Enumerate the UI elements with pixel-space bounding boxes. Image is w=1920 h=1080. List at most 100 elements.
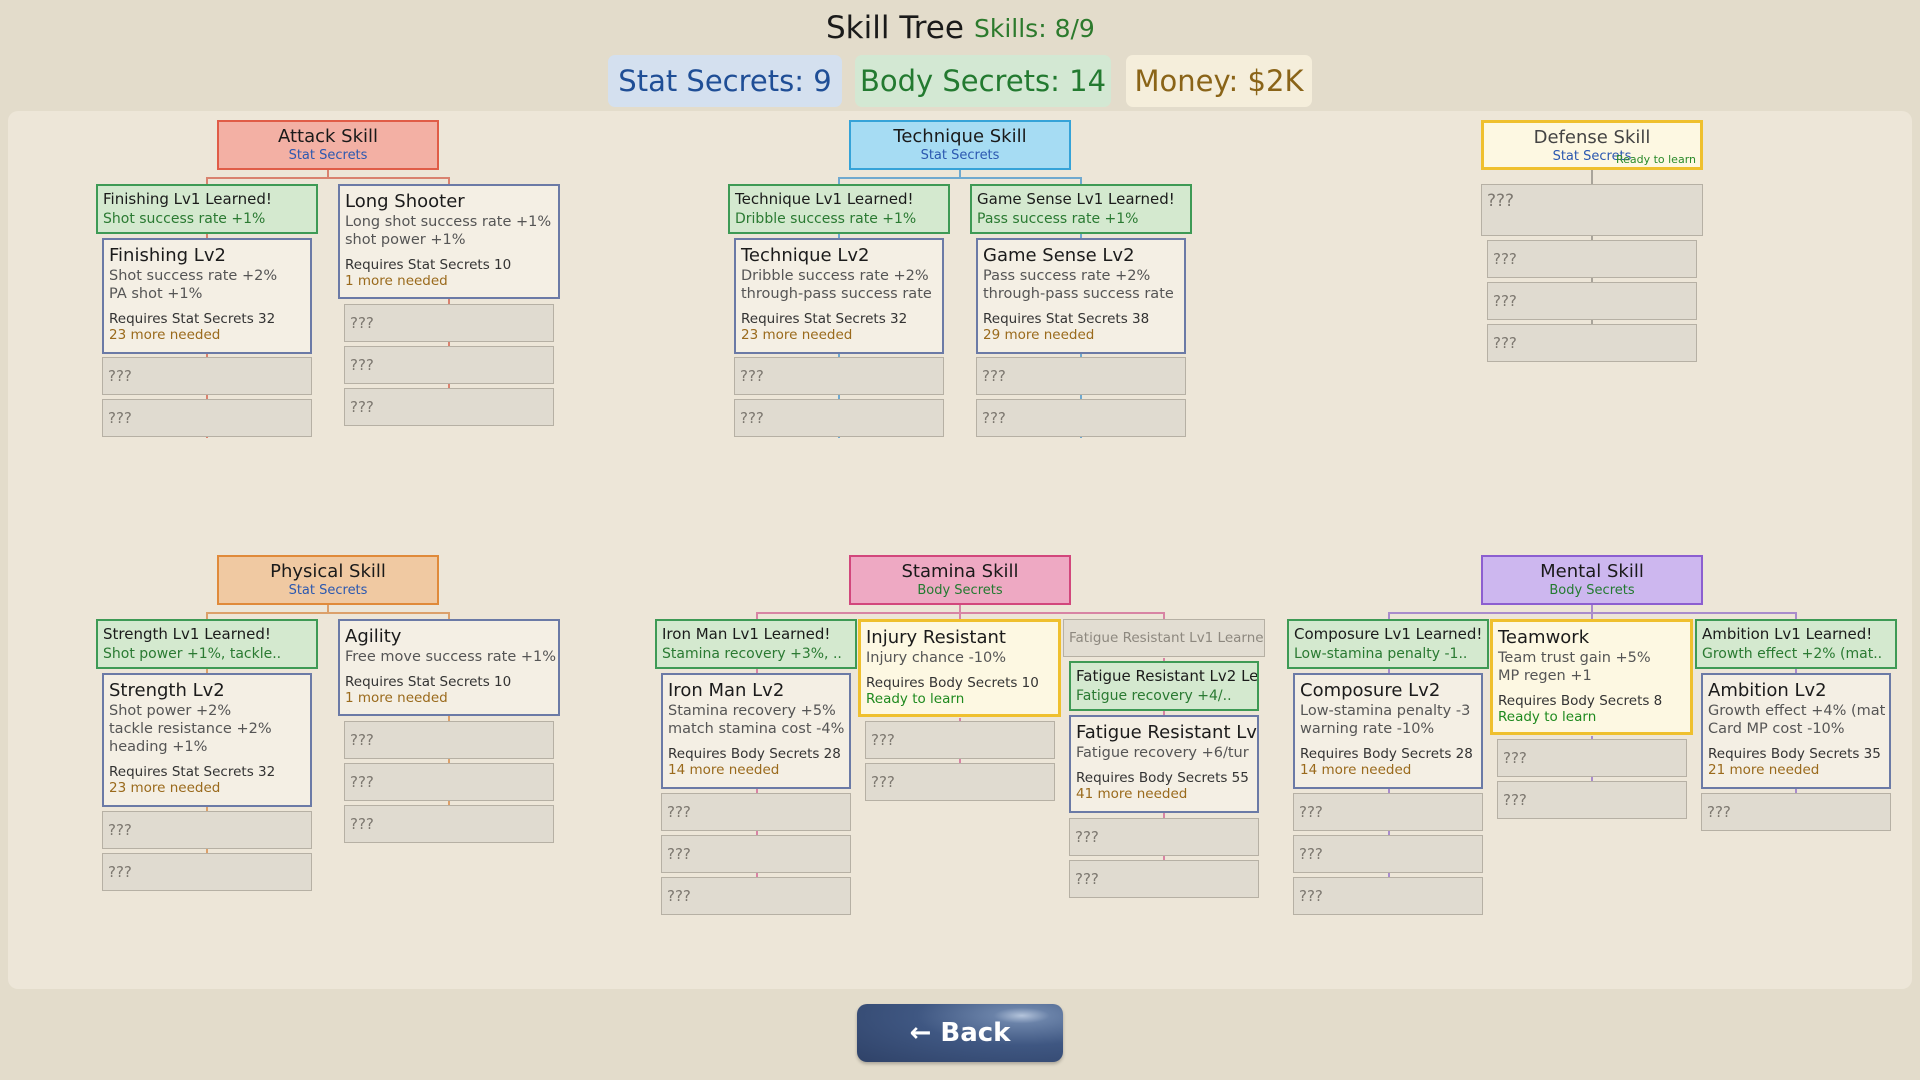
skill-injury-resistant[interactable]: Injury Resistant Injury chance -10% Requ…	[858, 619, 1061, 717]
skill-fatigue-resistant-lv2[interactable]: Fatigue Resistant Lv2 Lea Fatigue recove…	[1069, 661, 1259, 711]
skill-game-sense-lv2[interactable]: Game Sense Lv2 Pass success rate +2% thr…	[976, 238, 1186, 354]
locked-skill[interactable]: ???	[102, 357, 312, 395]
category-currency: Stat Secrets	[288, 583, 368, 598]
locked-skill[interactable]: ???	[1069, 860, 1259, 898]
skill-desc: tackle resistance +2%	[109, 721, 272, 737]
locked-skill[interactable]: ???	[1497, 739, 1687, 777]
locked-skill[interactable]: ???	[344, 388, 554, 426]
skill-title: Strength Lv1 Learned!	[103, 625, 271, 643]
locked-skill[interactable]: ???	[102, 853, 312, 891]
category-physical-skill[interactable]: Physical Skill Stat Secrets	[217, 555, 439, 605]
skill-composure-lv2[interactable]: Composure Lv2 Low-stamina penalty -3 war…	[1293, 673, 1483, 789]
skill-fatigue-resistant-lv3[interactable]: Fatigue Resistant Lv3 Fatigue recovery +…	[1069, 715, 1259, 813]
skill-desc: Low-stamina penalty -3	[1300, 703, 1471, 719]
connector	[206, 177, 449, 179]
skill-strength-lv1[interactable]: Strength Lv1 Learned! Shot power +1%, ta…	[96, 619, 318, 669]
skill-agility[interactable]: Agility Free move success rate +1% Requi…	[338, 619, 560, 716]
category-stamina-skill[interactable]: Stamina Skill Body Secrets	[849, 555, 1071, 605]
locked-skill[interactable]: ???	[344, 721, 554, 759]
category-currency: Stat Secrets	[288, 148, 368, 163]
skill-title: Technique Lv2	[741, 245, 870, 266]
locked-skill[interactable]: ???	[734, 399, 944, 437]
category-defense-skill[interactable]: Defense Skill Stat Secrets Ready to lear…	[1481, 120, 1703, 170]
skill-finishing-lv2[interactable]: Finishing Lv2 Shot success rate +2% PA s…	[102, 238, 312, 354]
skill-desc: Growth effect +4% (mat	[1708, 703, 1886, 719]
skill-title: Injury Resistant	[866, 627, 1006, 648]
locked-skill[interactable]: ???	[865, 721, 1055, 759]
category-name: Stamina Skill	[901, 561, 1019, 582]
skill-desc: Shot success rate +2%	[109, 268, 278, 284]
skill-title: Finishing Lv1 Learned!	[103, 190, 272, 208]
locked-skill[interactable]: ???	[865, 763, 1055, 801]
skill-requirement: Requires Body Secrets 55	[1076, 770, 1249, 786]
locked-skill[interactable]: ???	[661, 877, 851, 915]
locked-skill[interactable]: ???	[344, 763, 554, 801]
locked-skill[interactable]: ???	[1293, 835, 1483, 873]
ready-status: Ready to learn	[1498, 709, 1597, 725]
skill-long-shooter[interactable]: Long Shooter Long shot success rate +1% …	[338, 184, 560, 299]
skill-composure-lv1[interactable]: Composure Lv1 Learned! Low-stamina penal…	[1287, 619, 1489, 669]
skill-desc: Fatigue recovery +4/..	[1076, 688, 1232, 704]
locked-skill[interactable]: ???	[1487, 240, 1697, 278]
skill-title: Long Shooter	[345, 191, 465, 212]
category-currency: Body Secrets	[1549, 583, 1635, 598]
skill-needed: 14 more needed	[1300, 762, 1412, 778]
locked-skill[interactable]: ???	[1069, 818, 1259, 856]
skill-desc: MP regen +1	[1498, 668, 1592, 684]
skill-title: Agility	[345, 626, 402, 647]
skills-count: Skills: 8/9	[974, 14, 1095, 43]
skill-strength-lv2[interactable]: Strength Lv2 Shot power +2% tackle resis…	[102, 673, 312, 807]
skill-iron-man-lv2[interactable]: Iron Man Lv2 Stamina recovery +5% match …	[661, 673, 851, 789]
category-name: Technique Skill	[893, 126, 1027, 147]
locked-skill[interactable]: ???	[661, 835, 851, 873]
category-mental-skill[interactable]: Mental Skill Body Secrets	[1481, 555, 1703, 605]
skill-desc: Pass success rate +1%	[977, 211, 1139, 227]
skill-technique-lv2[interactable]: Technique Lv2 Dribble success rate +2% t…	[734, 238, 944, 354]
locked-skill[interactable]: ???	[344, 346, 554, 384]
skill-desc: Dribble success rate +1%	[735, 211, 917, 227]
skill-desc: Shot power +2%	[109, 703, 232, 719]
skill-title: Teamwork	[1498, 627, 1590, 648]
locked-skill[interactable]: ???	[1487, 282, 1697, 320]
skill-desc: Team trust gain +5%	[1498, 650, 1651, 666]
skill-teamwork[interactable]: Teamwork Team trust gain +5% MP regen +1…	[1490, 619, 1693, 735]
locked-skill[interactable]: ???	[976, 399, 1186, 437]
skill-desc: Low-stamina penalty -1..	[1294, 646, 1468, 662]
category-attack-skill[interactable]: Attack Skill Stat Secrets	[217, 120, 439, 170]
locked-skill[interactable]: ???	[102, 399, 312, 437]
skill-desc: shot power +1%	[345, 232, 466, 248]
locked-skill[interactable]: ???	[344, 805, 554, 843]
skill-title: Technique Lv1 Learned!	[735, 190, 914, 208]
locked-skill[interactable]: ???	[734, 357, 944, 395]
skill-fatigue-resistant-lv1[interactable]: Fatigue Resistant Lv1 Learne	[1063, 619, 1265, 657]
locked-skill[interactable]: ???	[1701, 793, 1891, 831]
locked-skill[interactable]: ???	[102, 811, 312, 849]
locked-skill[interactable]: ???	[344, 304, 554, 342]
back-button[interactable]: ← Back	[857, 1004, 1063, 1062]
category-currency: Body Secrets	[917, 583, 1003, 598]
skill-title: Composure Lv1 Learned!	[1294, 625, 1483, 643]
locked-skill[interactable]: ???	[1293, 793, 1483, 831]
skill-needed: 23 more needed	[741, 327, 853, 343]
skill-ambition-lv2[interactable]: Ambition Lv2 Growth effect +4% (mat Card…	[1701, 673, 1891, 789]
skill-technique-lv1[interactable]: Technique Lv1 Learned! Dribble success r…	[728, 184, 950, 234]
skill-ambition-lv1[interactable]: Ambition Lv1 Learned! Growth effect +2% …	[1695, 619, 1897, 669]
skill-desc: Pass success rate +2%	[983, 268, 1151, 284]
ready-status: Ready to learn	[866, 691, 965, 707]
locked-skill[interactable]: ???	[1481, 184, 1703, 236]
skill-game-sense-lv1[interactable]: Game Sense Lv1 Learned! Pass success rat…	[970, 184, 1192, 234]
locked-skill[interactable]: ???	[1487, 324, 1697, 362]
skill-finishing-lv1[interactable]: Finishing Lv1 Learned! Shot success rate…	[96, 184, 318, 234]
skill-requirement: Requires Body Secrets 28	[668, 746, 841, 762]
locked-skill[interactable]: ???	[976, 357, 1186, 395]
locked-skill[interactable]: ???	[1293, 877, 1483, 915]
locked-skill[interactable]: ???	[1497, 781, 1687, 819]
body-secrets-badge: Body Secrets: 14	[855, 55, 1111, 107]
skill-iron-man-lv1[interactable]: Iron Man Lv1 Learned! Stamina recovery +…	[655, 619, 857, 669]
skill-desc: through-pass success rate	[983, 286, 1174, 302]
skill-desc: Card MP cost -10%	[1708, 721, 1845, 737]
locked-skill[interactable]: ???	[661, 793, 851, 831]
skill-requirement: Requires Stat Secrets 10	[345, 674, 512, 690]
skill-title: Strength Lv2	[109, 680, 225, 701]
category-technique-skill[interactable]: Technique Skill Stat Secrets	[849, 120, 1071, 170]
